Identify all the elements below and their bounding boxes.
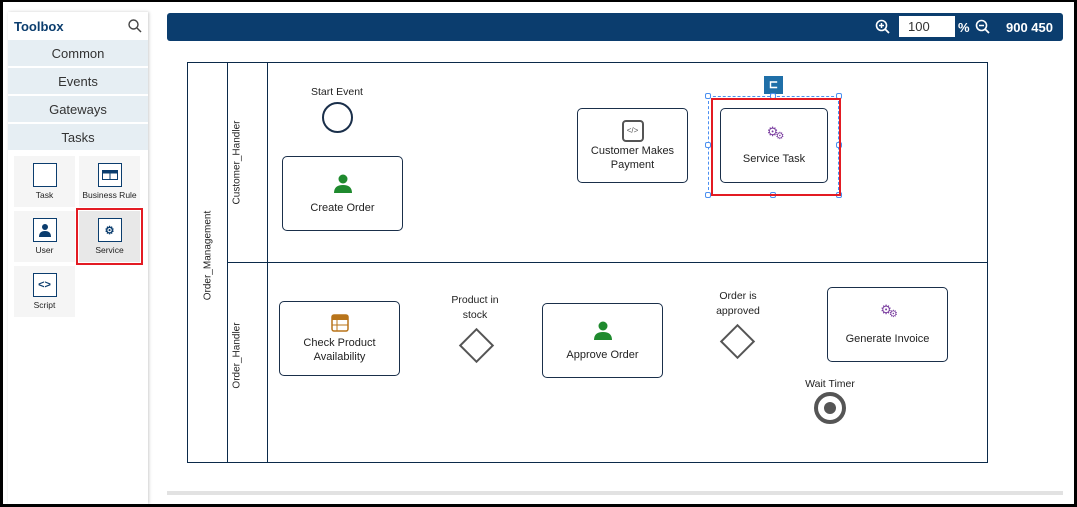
task-label: Customer Makes Payment	[590, 144, 675, 171]
zoom-in-icon[interactable]	[875, 19, 891, 35]
tool-label: Task	[35, 190, 54, 200]
lane-label-customer-handler: Customer_Handler	[231, 120, 243, 205]
timer-event[interactable]	[814, 392, 846, 424]
toolbox-header: Toolbox	[8, 12, 148, 40]
zoom-out-icon[interactable]	[975, 19, 991, 35]
tool-task[interactable]: Task	[14, 156, 75, 207]
task-approve-order[interactable]: Approve Order	[542, 303, 663, 378]
category-tasks[interactable]: Tasks	[8, 124, 148, 150]
tool-service[interactable]: ⚙ Service	[76, 208, 143, 265]
tool-label: User	[35, 245, 54, 255]
tool-business-rule[interactable]: Business Rule	[79, 156, 140, 207]
percent-label: %	[958, 20, 970, 35]
tool-label: Script	[33, 300, 56, 310]
table-icon	[97, 163, 122, 187]
task-customer-makes-payment[interactable]: </> Customer Makes Payment	[577, 108, 688, 183]
pool-label: Order_Management	[202, 210, 214, 301]
toolbox-title: Toolbox	[14, 18, 64, 34]
tool-user[interactable]: User	[14, 211, 75, 262]
canvas-dimensions: 900 450	[1006, 20, 1053, 35]
toolbox-panel: Toolbox Common Events Gateways Tasks Tas…	[8, 12, 148, 504]
gateway-label-order-approved: Order is approved	[716, 290, 760, 317]
task-label: Check Product Availability	[303, 336, 376, 363]
top-toolbar: % 900 450	[167, 13, 1063, 41]
horizontal-scrollbar[interactable]	[167, 491, 1063, 495]
code-icon: <>	[32, 273, 57, 297]
timer-label: Wait Timer	[805, 378, 855, 390]
task-label: Create Order	[310, 201, 375, 214]
user-icon	[333, 174, 352, 193]
start-event[interactable]	[322, 102, 353, 133]
user-icon	[593, 321, 612, 340]
user-icon	[32, 218, 57, 242]
gear-icon: ⚙	[97, 218, 122, 242]
gears-icon: ⚙⚙	[880, 302, 898, 321]
task-label: Generate Invoice	[845, 333, 930, 345]
zoom-input[interactable]	[899, 16, 955, 37]
tool-script[interactable]: <> Script	[14, 266, 75, 317]
timer-event-center	[824, 402, 836, 414]
context-pad-icon[interactable]: ⊏	[764, 76, 783, 94]
task-label: Approve Order	[566, 348, 639, 361]
search-icon[interactable]	[128, 19, 142, 33]
category-common[interactable]: Common	[8, 40, 148, 66]
highlight-box	[711, 98, 841, 196]
category-events[interactable]: Events	[8, 68, 148, 94]
task-icon	[32, 163, 57, 187]
task-check-product-availability[interactable]: Check Product Availability	[279, 301, 400, 376]
category-gateways[interactable]: Gateways	[8, 96, 148, 122]
task-create-order[interactable]: Create Order	[282, 156, 403, 231]
lane-divider	[227, 262, 988, 263]
business-rule-icon	[330, 313, 349, 332]
tool-label: Business Rule	[82, 190, 137, 200]
gateway-label-product-in-stock: Product in stock	[451, 294, 499, 321]
task-generate-invoice[interactable]: ⚙⚙ Generate Invoice	[827, 287, 948, 362]
start-event-label: Start Event	[311, 86, 363, 98]
lane-label-order-handler: Order_Handler	[231, 322, 243, 389]
script-icon: </>	[621, 119, 644, 142]
tool-label: Service	[95, 245, 124, 255]
